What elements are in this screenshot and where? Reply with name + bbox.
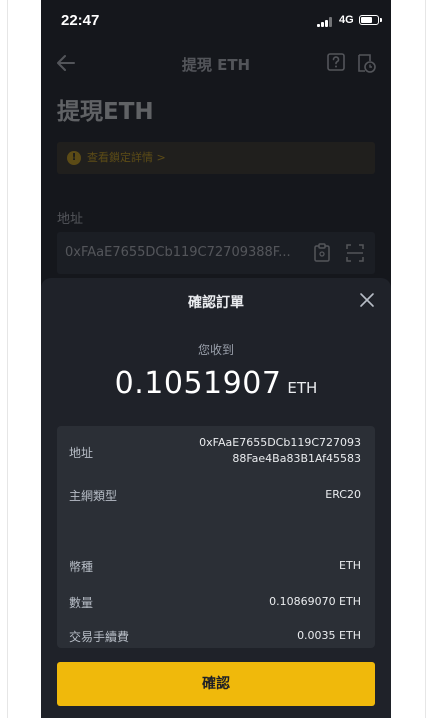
background-withdraw-screen: 提現 ETH 提現ETH ! 查看鎖定詳情 > 地址 0xFAaE7655DCb…	[41, 42, 391, 302]
status-time: 22:47	[61, 12, 100, 29]
detail-coin-value: ETH	[339, 559, 361, 572]
page-heading: 提現ETH	[57, 99, 154, 125]
lock-notice-bar[interactable]: ! 查看鎖定詳情 >	[57, 142, 375, 174]
confirm-order-sheet: 確認訂單 您收到 0.1051907 ETH 地址 0xFAaE7655DCb11…	[41, 278, 391, 718]
detail-fee-value: 0.0035 ETH	[297, 629, 361, 642]
receive-label: 您收到	[197, 343, 234, 357]
info-icon: !	[67, 151, 81, 165]
notice-link[interactable]: 查看鎖定詳情 >	[87, 149, 166, 165]
close-icon[interactable]	[358, 291, 376, 309]
address-value: 0xFAaE7655DCb119C72709388F...	[65, 245, 291, 260]
detail-network-value: ERC20	[325, 488, 361, 501]
history-icon[interactable]	[355, 52, 377, 74]
nav-bar: 提現 ETH	[41, 42, 391, 84]
receive-amount: 0.1051907 ETH	[41, 366, 391, 401]
address-line-1: 0xFAaE7655DCb119C727093	[199, 436, 361, 449]
amount-value: 0.1051907	[114, 366, 282, 401]
phone-screen: 22:47 4G 提現 ETH 提現ETH ! 查看鎖定詳情 > 地址 0xFA…	[41, 0, 391, 718]
address-line-2: 88Fae4Ba83B1Af45583	[232, 452, 361, 465]
scan-icon[interactable]	[345, 243, 365, 263]
paste-icon[interactable]	[313, 243, 331, 263]
page-border-right	[425, 0, 426, 718]
address-label: 地址	[57, 212, 84, 227]
detail-network-label: 主網類型	[69, 489, 118, 503]
network-label: 4G	[339, 14, 354, 26]
address-input[interactable]: 0xFAaE7655DCb119C72709388F...	[57, 232, 375, 274]
sheet-title: 確認訂單	[188, 295, 244, 311]
detail-fee-label: 交易手續費	[69, 630, 130, 644]
detail-address-label: 地址	[69, 446, 94, 460]
detail-coin-label: 幣種	[69, 560, 94, 574]
confirm-button[interactable]: 確認	[57, 662, 375, 706]
amount-unit: ETH	[287, 379, 318, 397]
status-bar: 22:47 4G	[41, 0, 391, 42]
detail-quantity-label: 數量	[69, 596, 94, 610]
help-icon[interactable]	[326, 52, 346, 72]
detail-quantity-value: 0.10869070 ETH	[269, 595, 361, 608]
signal-icon	[317, 17, 335, 27]
detail-address-value: 0xFAaE7655DCb119C727093 88Fae4Ba83B1Af45…	[199, 435, 361, 467]
order-detail-card: 地址 0xFAaE7655DCb119C727093 88Fae4Ba83B1A…	[57, 426, 375, 648]
battery-icon	[359, 15, 382, 25]
page-border-left	[7, 0, 8, 718]
